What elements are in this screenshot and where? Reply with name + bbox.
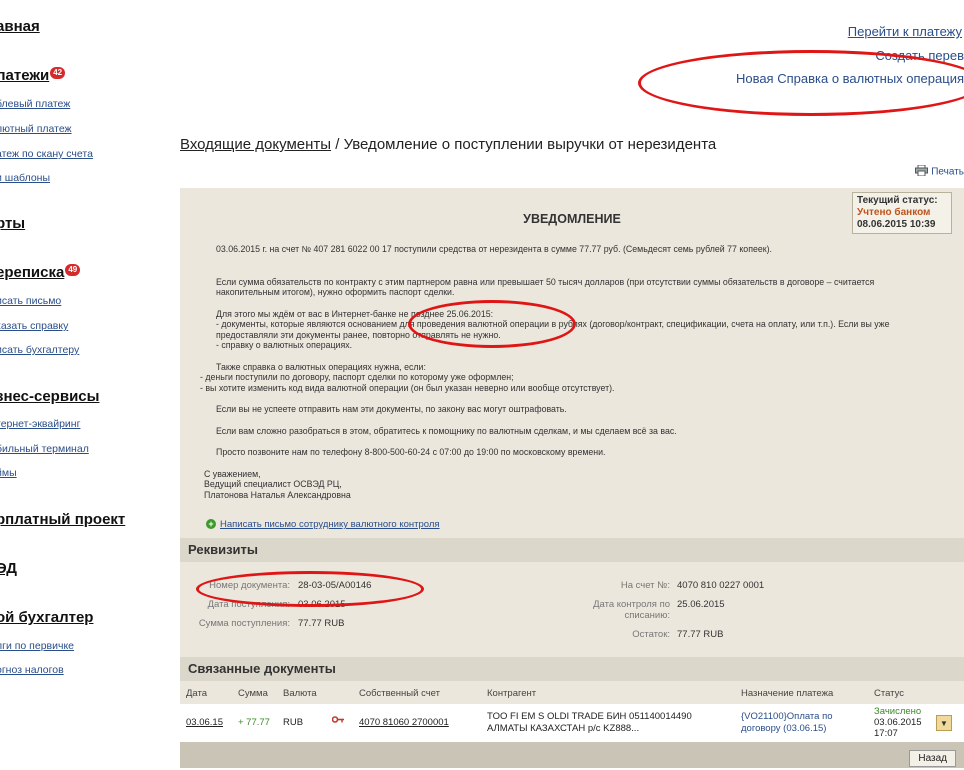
related-docs-header: Связанные документы <box>180 657 964 681</box>
doc-number-value: 28-03-05/A00146 <box>298 580 372 591</box>
account-label: На счет №: <box>620 580 670 591</box>
sidebar-section-payments[interactable]: латежи 42 <box>0 67 66 84</box>
row-purpose: {VO21100}Оплата по договору (03.06.15) <box>741 711 833 735</box>
sidebar-item-order-reference[interactable]: казать справку <box>0 320 68 332</box>
sidebar: авная латежи 42 блевый платеж лютный плат… <box>0 0 175 770</box>
row-sum: + 77.77 <box>238 717 270 728</box>
status-label: Текущий статус: <box>857 195 938 206</box>
create-transfer-link[interactable]: Создать перев <box>875 48 964 63</box>
write-link-label: Написать письмо сотруднику валютного кон… <box>220 519 440 530</box>
bottom-bar <box>180 742 964 768</box>
paragraph-code: - вы хотите изменить код вида валютной о… <box>200 382 615 393</box>
col-counterparty: Контрагент <box>487 688 537 699</box>
sidebar-item-write-accountant[interactable]: исать бухгалтеру <box>0 344 79 356</box>
col-purpose: Назначение платежа <box>741 688 834 699</box>
status-line3: 17:07 <box>874 728 898 739</box>
sidebar-section-label: латежи <box>0 67 50 84</box>
col-status: Статус <box>874 688 905 699</box>
print-label: Печать <box>931 166 964 178</box>
expand-row-button[interactable]: ▼ <box>936 715 952 731</box>
row-currency: RUB <box>283 717 304 728</box>
col-own-account: Собственный счет <box>359 688 440 699</box>
paragraph-assistant: Если вам сложно разобраться в этом, обра… <box>216 425 677 436</box>
sidebar-item-write-letter[interactable]: исать письмо <box>0 295 61 307</box>
purpose-line1: {VO21100}Оплата по <box>741 711 833 722</box>
requisites-header: Реквизиты <box>180 538 964 562</box>
chevron-down-icon: ▼ <box>940 719 948 728</box>
col-sum: Сумма <box>238 688 268 699</box>
signature-position: Ведущий специалист ОСВЭД РЦ, <box>204 479 342 489</box>
sidebar-item-mobile-terminal[interactable]: бильный терминал <box>0 443 89 455</box>
account-value: 4070 810 0227 0001 <box>677 580 765 591</box>
control-date-label: Дата контроля по списанию: <box>593 599 670 621</box>
row-counterparty: TOO FI EM S OLDI TRADE БИН 051140014490 А… <box>487 711 692 735</box>
doc-number-label: Номер документа: <box>209 580 290 591</box>
row-date[interactable]: 03.06.15 <box>186 717 223 728</box>
document-title: УВЕДОМЛЕНИЕ <box>523 212 621 226</box>
paragraph-obligations: Если сумма обязательств по контракту с э… <box>216 276 875 298</box>
paragraph-fine: Если вы не успеете отправить нам эти док… <box>216 404 567 414</box>
receipt-date-label: Дата поступления: <box>207 599 290 610</box>
sidebar-section-ved[interactable]: ЭД <box>0 560 17 577</box>
sidebar-section-correspondence[interactable]: ереписка 49 <box>0 264 81 281</box>
page-title: Уведомление о поступлении выручки от нер… <box>343 136 717 153</box>
row-own-account[interactable]: 4070 81060 2700001 <box>359 717 449 728</box>
payments-count-badge: 42 <box>50 67 66 79</box>
control-date-value: 25.06.2015 <box>677 599 725 610</box>
sidebar-item-scan-payment[interactable]: атеж по скану счета <box>0 148 93 160</box>
counterparty-line1: TOO FI EM S OLDI TRADE БИН 051140014490 <box>487 711 692 722</box>
paragraph-deadline: Для этого мы ждём от вас в Интернет-банк… <box>216 308 494 319</box>
breadcrumb: Входящие документы / Уведомление о посту… <box>180 136 716 153</box>
receipt-date-value: 03.06.2015 <box>298 599 346 610</box>
sidebar-section-label: ереписка <box>0 264 65 281</box>
signature-name: Платонова Наталья Александровна <box>204 489 351 500</box>
paragraph-reference: - справку о валютных операциях. <box>216 340 353 350</box>
status-line2: 03.06.2015 <box>874 717 922 728</box>
row-status: Зачислено 03.06.2015 17:07 <box>874 706 922 739</box>
receipt-sum-label: Сумма поступления: <box>198 618 290 629</box>
breadcrumb-separator: / <box>331 136 344 153</box>
status-line1: Зачислено <box>874 706 922 717</box>
paragraph-passport: - деньги поступили по договору, паспорт … <box>200 372 514 382</box>
receipt-sum-value: 77.77 RUB <box>298 618 345 629</box>
col-date: Дата <box>186 688 208 699</box>
new-reference-link[interactable]: Новая Справка о валютных операция <box>736 71 964 86</box>
printer-icon <box>915 164 929 179</box>
key-icon <box>331 715 345 727</box>
sidebar-item-internet-acquiring[interactable]: тернет-эквайринг <box>0 418 80 430</box>
plus-icon: + <box>206 519 216 529</box>
balance-value: 77.77 RUB <box>677 629 724 640</box>
paragraph-receipt: 03.06.2015 г. на счет № 407 281 6022 00 … <box>216 244 772 254</box>
sidebar-section-my-accountant[interactable]: ой бухгалтер <box>0 609 93 626</box>
sidebar-item-primary-docs[interactable]: лги по первичке <box>0 640 74 652</box>
sidebar-section-main[interactable]: авная <box>0 18 40 35</box>
balance-label: Остаток: <box>632 629 670 640</box>
sidebar-item-templates[interactable]: и шаблоны <box>0 172 50 184</box>
breadcrumb-parent-link[interactable]: Входящие документы <box>180 136 331 153</box>
write-currency-control-link[interactable]: + Написать письмо сотруднику валютного ко… <box>206 519 440 530</box>
paragraph-also: Также справка о валютных операциях нужна… <box>216 361 426 372</box>
go-to-payment-link[interactable]: Перейти к платежу <box>848 24 962 39</box>
sidebar-item-ruble-payment[interactable]: блевый платеж <box>0 98 70 110</box>
correspondence-count-badge: 49 <box>65 264 81 276</box>
document-body: 03.06.2015 г. на счет № 407 281 6022 00 … <box>200 244 940 500</box>
print-button[interactable]: Печать <box>915 164 964 179</box>
sidebar-item-loans[interactable]: ймы <box>0 467 17 479</box>
paragraph-documents: - документы, которые являются основанием… <box>216 319 890 340</box>
sidebar-section-business-services[interactable]: знес-сервисы <box>0 388 99 405</box>
paragraph-phone: Просто позвоните нам по телефону 8-800-5… <box>216 447 606 457</box>
col-currency: Валюта <box>283 688 317 699</box>
sidebar-item-currency-payment[interactable]: лютный платеж <box>0 123 72 135</box>
back-button[interactable]: Назад <box>909 750 956 767</box>
purpose-line2: договору (03.06.15) <box>741 723 827 734</box>
sidebar-item-tax-forecast[interactable]: огноз налогов <box>0 664 64 676</box>
document-panel: Текущий статус: Учтено банком 08.06.2015… <box>180 188 964 768</box>
sidebar-section-cards[interactable]: рты <box>0 215 25 232</box>
signature-regards: С уважением, <box>204 468 261 479</box>
sidebar-section-salary-project[interactable]: рплатный проект <box>0 511 125 528</box>
counterparty-line2: АЛМАТЫ КАЗАХСТАН р/с KZ888... <box>487 723 640 734</box>
